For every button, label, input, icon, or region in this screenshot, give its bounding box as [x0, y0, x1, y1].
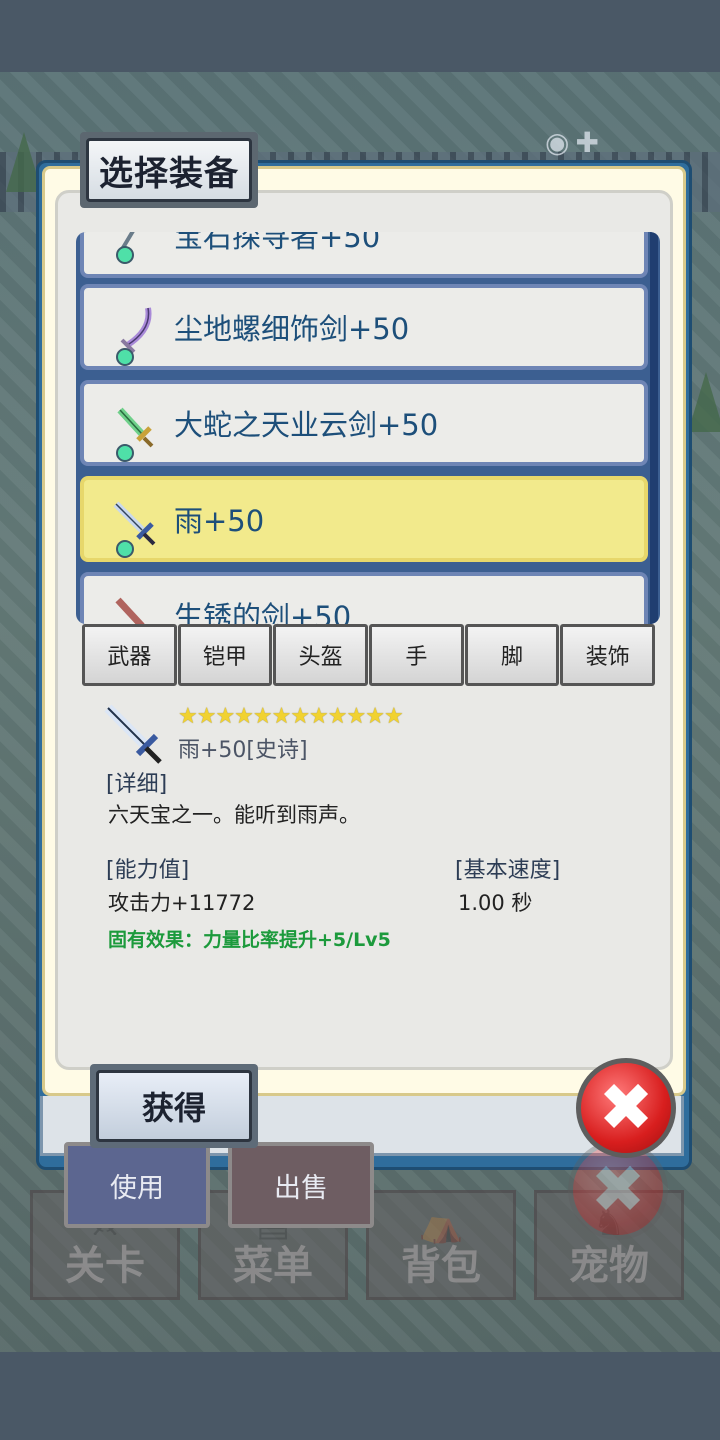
list-item-name: 大蛇之天业云剑+50 [174, 408, 439, 442]
list-item-name: 尘地螺细饰剑+50 [174, 312, 410, 346]
tab-accessory[interactable]: 装饰 [560, 624, 656, 686]
list-item[interactable]: 尘地螺细饰剑+50 [80, 284, 648, 370]
gem-icon [116, 246, 134, 264]
gem-icon [116, 348, 134, 366]
item-description: 六天宝之一。能听到雨声。 [108, 803, 360, 827]
attack-value: 攻击力+11772 [108, 891, 256, 915]
gem-icon: ◉ [545, 125, 570, 159]
category-tabs: 武器 铠甲 头盔 手 脚 装饰 [82, 624, 656, 686]
speed-heading: [基本速度] [455, 858, 561, 883]
green-sword-icon [117, 407, 154, 448]
dialog-title-plate: 选择装备 [80, 132, 258, 208]
tab-foot[interactable]: 脚 [464, 624, 560, 686]
sell-button[interactable]: 出售 [228, 1142, 374, 1228]
close-icon: ✖ [598, 1069, 654, 1146]
inherent-effect: 固有效果：力量比率提升+5/Lv5 [108, 929, 391, 951]
equipment-list[interactable]: 宝石探寻者+50 尘地螺细饰剑+50 大蛇之天业云剑+50 雨+50 生锈的剑+… [76, 232, 660, 624]
list-item-name: 生锈的剑+50 [174, 600, 352, 624]
gem-icon [116, 444, 134, 462]
gem-icon [116, 540, 134, 558]
tab-armor[interactable]: 铠甲 [177, 624, 273, 686]
speed-value: 1.00 秒 [458, 891, 533, 915]
tab-weapon[interactable]: 武器 [82, 624, 177, 686]
curved-sword-icon [120, 307, 152, 354]
detail-heading: [详细] [106, 772, 168, 797]
tab-hand[interactable]: 手 [369, 624, 464, 686]
list-scrollbar[interactable] [650, 232, 658, 624]
use-button[interactable]: 使用 [64, 1142, 210, 1228]
list-item[interactable]: 宝石探寻者+50 [80, 232, 648, 278]
top-icons: ◉ ✚ [545, 124, 685, 160]
close-icon: ✖ [590, 1151, 646, 1228]
navigation-bar [0, 1352, 720, 1440]
list-item-name: 雨+50 [174, 504, 265, 538]
selected-sword-icon [104, 704, 162, 764]
dialog-title: 选择装备 [86, 138, 252, 202]
list-item[interactable]: 大蛇之天业云剑+50 [80, 380, 648, 466]
obtain-button[interactable]: 获得 [90, 1064, 258, 1148]
rusty-sword-icon [115, 597, 145, 624]
item-title: 雨+50[史诗] [178, 738, 308, 763]
plus-icon: ✚ [575, 125, 599, 159]
list-item-selected[interactable]: 雨+50 [80, 476, 648, 562]
close-button[interactable]: ✖ [576, 1058, 676, 1158]
rarity-stars: ★★★★★★★★★★★★ [178, 704, 404, 729]
list-item-name: 宝石探寻者+50 [174, 232, 381, 254]
blue-sword-icon [113, 501, 156, 546]
stats-heading: [能力值] [106, 858, 190, 883]
status-bar [0, 0, 720, 72]
list-item[interactable]: 生锈的剑+50 [80, 572, 648, 624]
tab-helmet[interactable]: 头盔 [273, 624, 369, 686]
obtain-button-label: 获得 [96, 1070, 252, 1142]
